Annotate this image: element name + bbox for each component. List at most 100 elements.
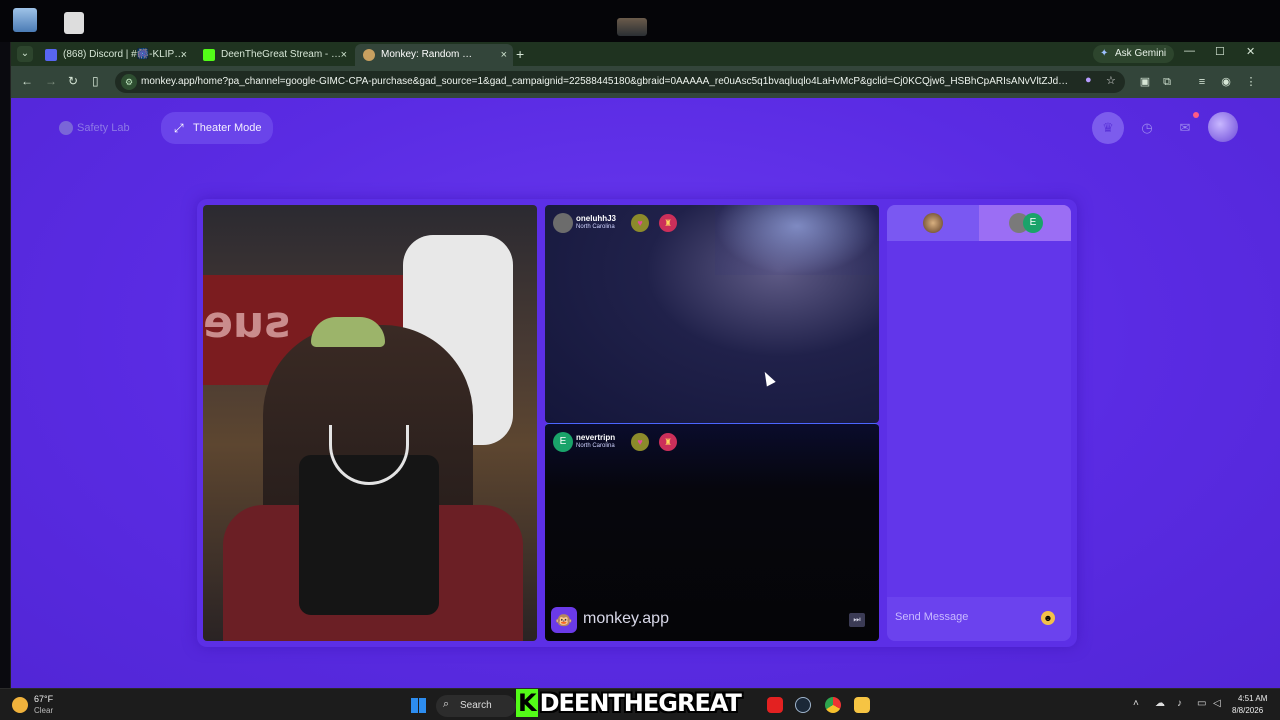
new-tab-button[interactable]: +: [516, 44, 524, 64]
microphone-icon[interactable]: ♪: [1177, 698, 1182, 709]
tab-kick-stream[interactable]: DeenTheGreat Stream - Watch ×: [195, 44, 353, 66]
chat-panel: E ☻: [887, 205, 1071, 641]
split-view-icon[interactable]: ▯: [92, 74, 99, 88]
clock-time[interactable]: 4:51 AM: [1238, 694, 1267, 703]
gift-icon[interactable]: ♜: [659, 433, 677, 451]
search-label: Search: [460, 700, 492, 711]
network-icon[interactable]: ▭: [1197, 698, 1206, 709]
cloud-icon[interactable]: ☁: [1155, 698, 1165, 709]
tab-title: (868) Discord | #🎆-KLIPZ | 𝕊𝕘𝕤: [63, 49, 185, 60]
bookmark-star-icon[interactable]: ☆: [1106, 74, 1116, 87]
tab-title: DeenTheGreat Stream - Watch: [221, 49, 345, 60]
crown-icon[interactable]: ♛: [1092, 112, 1124, 144]
steam-icon[interactable]: [795, 697, 811, 713]
heart-icon[interactable]: ♥: [631, 214, 649, 232]
theater-mode-label: Theater Mode: [193, 122, 262, 134]
site-info-icon[interactable]: ⚙: [121, 74, 137, 90]
chat-tabs: E: [887, 205, 1071, 241]
monkey-page: Safety Lab ⤢ Theater Mode ♛ ◷ ✉ sue onel…: [11, 98, 1280, 688]
message-composer: ☻: [887, 597, 1071, 641]
extension-icon[interactable]: ▣: [1137, 74, 1153, 90]
desktop: [0, 0, 1280, 42]
taskbar-search[interactable]: ⌕ Search: [436, 695, 516, 717]
chat-tab-user-1[interactable]: [887, 205, 979, 241]
recycle-bin-icon[interactable]: [13, 8, 37, 32]
close-tab-icon[interactable]: ×: [181, 44, 187, 66]
safety-lab-button[interactable]: Safety Lab: [55, 115, 130, 141]
url-text[interactable]: monkey.app/home?pa_channel=google-GIMC-C…: [141, 71, 1071, 93]
reload-icon[interactable]: ↻: [68, 74, 78, 88]
menu-icon[interactable]: ⋮: [1243, 74, 1259, 90]
emoji-icon[interactable]: ☻: [1041, 611, 1055, 625]
address-bar[interactable]: ⚙ monkey.app/home?pa_channel=google-GIMC…: [115, 71, 1125, 93]
local-video: sue: [203, 205, 537, 641]
media-controls-icon[interactable]: ≡: [1194, 74, 1210, 90]
monkey-logo-icon: 🐵: [551, 607, 577, 633]
volume-icon[interactable]: ◁: [1213, 698, 1221, 709]
history-clock-icon[interactable]: ◷: [1131, 112, 1163, 144]
hat: [311, 317, 385, 347]
back-icon[interactable]: ←: [21, 74, 33, 88]
chrome-icon[interactable]: [825, 697, 841, 713]
game-shortcut-icon[interactable]: [64, 12, 84, 34]
avatar: E: [1023, 213, 1043, 233]
tab-search-dropdown-icon[interactable]: ⌄: [17, 46, 33, 62]
search-icon: ⌕: [443, 698, 450, 710]
temperature: 67°F: [34, 694, 54, 704]
expand-icon: ⤢: [174, 121, 184, 135]
monkey-icon: [363, 49, 375, 61]
theater-mode-button[interactable]: ⤢ Theater Mode: [161, 112, 274, 144]
puzzle-extensions-icon[interactable]: ⧉: [1159, 74, 1175, 90]
participant-name: nevertripn: [576, 433, 616, 442]
avatar: [923, 213, 943, 233]
heart-icon[interactable]: ♥: [631, 433, 649, 451]
close-tab-icon[interactable]: ×: [501, 44, 507, 66]
windows-start-icon[interactable]: [411, 698, 426, 713]
forward-icon[interactable]: →: [45, 74, 57, 88]
participant-location: North Carolina: [576, 443, 615, 449]
room-lights: [715, 205, 879, 275]
tab-monkey[interactable]: Monkey: Random Video Ch ×: [355, 44, 513, 66]
notification-dot: [1193, 112, 1199, 118]
overlay-text: DEENTHEGREAT: [539, 689, 742, 717]
mouse-cursor-icon: [760, 369, 776, 387]
kick-k-badge: K: [516, 689, 538, 717]
remote-video-1: oneluhhJ3 North Carolina ♥ ♜: [545, 205, 879, 423]
close-window-icon[interactable]: ✕: [1246, 45, 1255, 58]
message-input[interactable]: [895, 607, 1035, 627]
minimize-icon[interactable]: —: [1184, 45, 1195, 57]
extension-badge-icon[interactable]: ●: [1085, 74, 1092, 86]
tab-title: Monkey: Random Video Ch: [381, 49, 477, 60]
gemini-star-icon: ✦: [1100, 48, 1109, 59]
tab-bar: ⌄ (868) Discord | #🎆-KLIPZ | 𝕊𝕘𝕤 × DeenT…: [11, 42, 1280, 66]
chevron-up-icon[interactable]: ˄: [1133, 698, 1139, 709]
avatar[interactable]: [1208, 112, 1238, 142]
gift-icon[interactable]: ♜: [659, 214, 677, 232]
ask-gemini-label: Ask Gemini: [1115, 48, 1167, 59]
youtube-icon[interactable]: [767, 697, 783, 713]
safety-lab-label: Safety Lab: [77, 122, 130, 134]
clock-date[interactable]: 8/8/2026: [1232, 706, 1263, 715]
ask-gemini-button[interactable]: ✦ Ask Gemini: [1093, 45, 1175, 63]
skip-icon[interactable]: ⏭: [849, 613, 865, 627]
browser-window: ⌄ (868) Discord | #🎆-KLIPZ | 𝕊𝕘𝕤 × DeenT…: [10, 42, 1280, 688]
avatar: E: [553, 432, 573, 452]
profile-icon[interactable]: ◉: [1218, 74, 1234, 90]
taskbar: 67°F Clear ⌕ Search K DEENTHEGREAT ˄ ☁ ♪ …: [0, 688, 1280, 720]
discord-icon: [45, 49, 57, 61]
desktop-file-icon[interactable]: [617, 18, 647, 36]
remote-video-2: E nevertripn North Carolina ♥ ♜ 🐵 monkey…: [545, 423, 879, 641]
file-explorer-icon[interactable]: [854, 697, 870, 713]
toolbar: ← → ↻ ▯ ⚙ monkey.app/home?pa_channel=goo…: [11, 66, 1280, 98]
chat-tab-user-2[interactable]: E: [979, 205, 1071, 241]
avatar: [553, 213, 573, 233]
stream-overlay-title: K DEENTHEGREAT: [516, 689, 742, 717]
maximize-icon[interactable]: ☐: [1215, 45, 1225, 58]
tab-discord[interactable]: (868) Discord | #🎆-KLIPZ | 𝕊𝕘𝕤 ×: [37, 44, 193, 66]
weather-moon-icon[interactable]: [12, 697, 28, 713]
kick-icon: [203, 49, 215, 61]
video-chat-stage: sue oneluhhJ3 North Carolina ♥ ♜ E never…: [197, 199, 1077, 647]
shield-icon: [59, 121, 73, 135]
close-tab-icon[interactable]: ×: [341, 44, 347, 66]
participant-name: oneluhhJ3: [576, 214, 617, 223]
